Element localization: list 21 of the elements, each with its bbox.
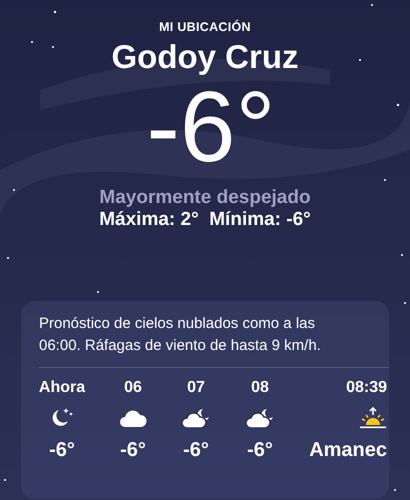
- high-low-text: Máxima: 2° Mínima: -6°: [99, 209, 311, 231]
- hour-label: 07: [187, 378, 205, 398]
- sunrise-icon: [359, 407, 387, 429]
- hour-temperature: -6°: [120, 438, 146, 462]
- hour-label: 08: [251, 378, 269, 398]
- cloud-icon: [119, 409, 147, 427]
- forecast-summary: Pronóstico de cielos nublados como a las 06:00. Ráfagas de viento de hasta 9 km/h.: [39, 314, 322, 356]
- current-temperature: -6°: [146, 75, 276, 179]
- moon-star-icon: [50, 407, 74, 429]
- hour-label: 06: [124, 378, 142, 398]
- hour-temperature: -6°: [49, 438, 75, 462]
- location-label: MI UBICACIÓN: [159, 20, 251, 34]
- hour-temperature: -6°: [183, 438, 209, 462]
- hour-label: 08:39: [346, 378, 387, 398]
- cloud-moon-icon: [246, 408, 274, 428]
- sunrise-label: Amanec: [309, 438, 387, 462]
- condition-text: Mayormente despejado: [99, 187, 311, 209]
- hour-label: Ahora: [38, 378, 86, 398]
- cloud-moon-icon: [182, 408, 210, 428]
- hour-temperature: -6°: [247, 438, 273, 462]
- city-name: Godoy Cruz: [112, 37, 298, 77]
